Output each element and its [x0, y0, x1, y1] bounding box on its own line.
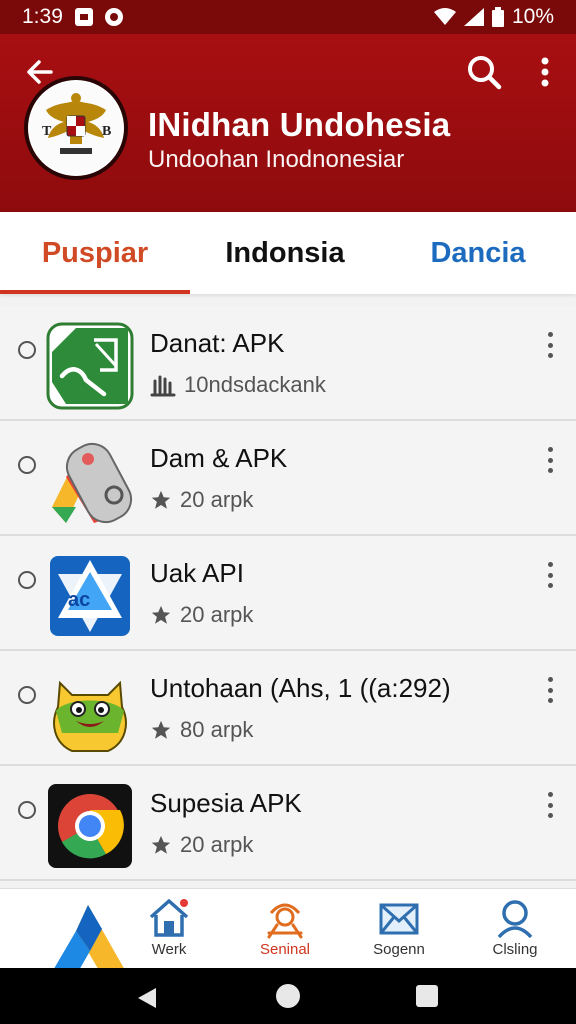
home-icon — [149, 899, 189, 937]
person-icon — [497, 900, 533, 939]
app-bar: T B INidhan Undohesia Undoohan Inodnones… — [0, 34, 576, 212]
item-title: Supesia APK — [150, 788, 302, 818]
radio-button[interactable] — [18, 571, 36, 589]
antenna-icon — [267, 903, 303, 939]
green-monster-app-icon — [46, 667, 134, 755]
tab-indicator — [0, 290, 190, 294]
mail-icon — [379, 903, 419, 935]
chrome-app-icon — [46, 782, 134, 870]
item-subtitle: 20 arpk — [180, 832, 254, 857]
radio-button[interactable] — [18, 456, 36, 474]
nav-sogenn[interactable]: Sogenn — [354, 897, 444, 967]
green-flag-app-icon — [46, 322, 134, 410]
search-icon — [468, 56, 502, 90]
bottom-navigation: Werk Seninal Sogenn Clsling — [0, 888, 576, 969]
page-subtitle: Undoohan Inodnonesiar — [148, 146, 405, 173]
nav-label: Sogenn — [373, 941, 425, 958]
list-item[interactable]: Untohaan (Ahs, 1 ((a:292) 80 arpk — [0, 651, 576, 766]
colorful-device-app-icon — [46, 437, 134, 525]
item-subtitle: 80 arpk — [180, 717, 254, 742]
emblem-letter-right: B — [102, 124, 111, 139]
item-more-button[interactable] — [540, 330, 560, 360]
nav-label: Werk — [151, 941, 187, 958]
item-subtitle: 20 arpk — [180, 487, 254, 512]
page-title: INidhan Undohesia — [148, 106, 451, 143]
battery-percent: 10% — [511, 5, 554, 28]
wifi-icon — [433, 8, 456, 25]
nav-seninal[interactable]: Seninal — [240, 897, 330, 967]
more-options-button[interactable] — [530, 52, 560, 92]
list-item[interactable]: Supesia APK 20 arpk — [0, 766, 576, 881]
tab-bar: Puspiar Indonsia Dancia — [0, 212, 576, 294]
item-subtitle-row: 20 arpk — [150, 832, 253, 858]
radio-button[interactable] — [18, 801, 36, 819]
drive-logo-icon — [44, 903, 132, 969]
tab-puspiar[interactable]: Puspiar — [0, 212, 190, 294]
tab-indonsia[interactable]: Indonsia — [190, 212, 380, 294]
system-navigation-bar — [0, 968, 576, 1024]
list-item[interactable]: ac Uak API 20 arpk — [0, 536, 576, 651]
item-subtitle-row: 20 arpk — [150, 602, 253, 628]
item-more-button[interactable] — [540, 445, 560, 475]
system-home-icon[interactable] — [276, 984, 300, 1008]
star-icon — [151, 490, 171, 509]
tab-dancia[interactable]: Dancia — [380, 212, 576, 294]
item-more-button[interactable] — [540, 675, 560, 705]
star-icon — [151, 720, 171, 739]
nav-clsling[interactable]: Clsling — [470, 897, 560, 967]
item-subtitle: 10ndsdackank — [184, 372, 326, 397]
svg-text:ac: ac — [68, 589, 90, 611]
garuda-emblem-logo: T B — [24, 76, 128, 180]
item-more-button[interactable] — [540, 560, 560, 590]
item-title: Untohaan (Ahs, 1 ((a:292) — [150, 673, 451, 703]
star-icon — [151, 605, 171, 624]
item-subtitle-row: 80 arpk — [150, 717, 253, 743]
list-item[interactable]: Dam & APK 20 arpk — [0, 421, 576, 536]
more-vert-icon — [541, 57, 549, 87]
item-title: Dam & APK — [150, 443, 288, 473]
nav-label: Clsling — [492, 941, 538, 958]
status-bar: 1:39 10% — [0, 0, 576, 34]
app-list: Danat: APK 10ndsdackank Dam & APK 20 arp… — [0, 306, 576, 881]
list-item[interactable]: Danat: APK 10ndsdackank — [0, 306, 576, 421]
item-subtitle-row: 10ndsdackank — [150, 372, 326, 398]
hand-icon — [150, 375, 176, 397]
item-title: Danat: APK — [150, 328, 285, 358]
item-title: Uak API — [150, 558, 244, 588]
blue-star-app-icon: ac — [46, 552, 134, 640]
nav-label: Seninal — [259, 941, 311, 958]
nav-werk[interactable]: Werk — [124, 897, 214, 967]
battery-icon — [491, 7, 504, 27]
sync-icon — [104, 8, 123, 26]
emblem-letter-left: T — [42, 124, 52, 139]
item-subtitle-row: 20 arpk — [150, 487, 253, 513]
search-button[interactable] — [464, 52, 504, 92]
system-back-icon[interactable] — [136, 986, 158, 1010]
notification-icon — [74, 8, 93, 26]
system-recents-icon[interactable] — [416, 985, 438, 1007]
status-time: 1:39 — [22, 5, 63, 28]
signal-icon — [463, 8, 484, 26]
star-icon — [151, 835, 171, 854]
radio-button[interactable] — [18, 341, 36, 359]
radio-button[interactable] — [18, 686, 36, 704]
item-subtitle: 20 arpk — [180, 602, 254, 627]
item-more-button[interactable] — [540, 790, 560, 820]
